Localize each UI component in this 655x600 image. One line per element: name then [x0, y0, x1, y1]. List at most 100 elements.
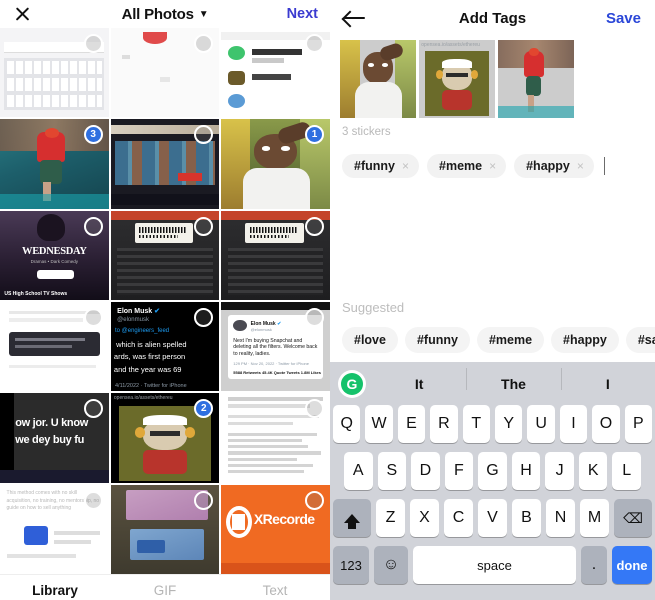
key-t[interactable]: T: [462, 405, 490, 443]
key-q[interactable]: Q: [332, 405, 361, 443]
photo-picker-screen: All Photos ▼ Next 3 1 WEDNESDAY Dramas • Dar…: [0, 0, 655, 600]
elon-musk-tweet-dark[interactable]: Elon Musk ✔ @elonmusk to @engineers_feed wh…: [110, 302, 220, 392]
tag-chip[interactable]: #happy ×: [514, 154, 594, 178]
text-cursor: [603, 157, 605, 175]
period-key[interactable]: .: [581, 546, 607, 584]
keyboard-row-2: ASDFGHJKL: [330, 452, 655, 490]
red-lips-screenshot[interactable]: [110, 28, 220, 118]
bored-ape-nft-screenshot[interactable]: opensea.io/assets/ethereu 2: [110, 393, 220, 483]
key-w[interactable]: W: [365, 405, 393, 443]
key-u[interactable]: U: [527, 405, 555, 443]
selection-badge[interactable]: [304, 490, 324, 510]
key-x[interactable]: X: [410, 499, 439, 537]
key-b[interactable]: B: [512, 499, 541, 537]
key-p[interactable]: P: [624, 405, 653, 443]
numbers-key[interactable]: 123: [333, 546, 369, 584]
key-h[interactable]: H: [511, 452, 541, 490]
emoji-icon[interactable]: ☺: [374, 546, 408, 584]
key-y[interactable]: Y: [495, 405, 523, 443]
page-title-label: All Photos: [121, 5, 194, 23]
key-o[interactable]: O: [592, 405, 620, 443]
wednesday-netflix-poster[interactable]: WEDNESDAY Dramas • Dark Comedy US High Sch…: [0, 210, 109, 300]
save-button[interactable]: Save: [606, 10, 641, 27]
tab-gif[interactable]: GIF: [110, 583, 220, 598]
selected-stickers-preview: opensea.io/assets/ethereu: [330, 36, 655, 118]
tab-library[interactable]: Library: [0, 583, 110, 598]
selection-badge-selected[interactable]: 3: [83, 125, 103, 145]
suggestion-word-2[interactable]: The: [466, 367, 560, 392]
page-title[interactable]: All Photos ▼: [0, 6, 330, 23]
key-f[interactable]: F: [444, 452, 474, 490]
shift-icon[interactable]: [333, 499, 371, 537]
suggestion-word-3[interactable]: I: [560, 367, 655, 392]
key-r[interactable]: R: [430, 405, 458, 443]
barcode-label-photo-2[interactable]: [221, 210, 330, 300]
white-document-screenshot[interactable]: [0, 302, 109, 392]
man-white-shirt-selfie[interactable]: 1: [221, 119, 330, 209]
tag-input-field[interactable]: #funny × #meme × #happy ×: [330, 138, 655, 178]
key-v[interactable]: V: [478, 499, 507, 537]
tag-chip[interactable]: #meme ×: [427, 154, 507, 178]
pidgin-text-meme-dark[interactable]: ow jor. U know we dey buy fu: [0, 393, 109, 483]
remove-tag-icon[interactable]: ×: [489, 159, 496, 173]
tag-chip-label: #meme: [439, 159, 483, 173]
selection-badge[interactable]: [83, 399, 103, 419]
selection-badge[interactable]: [304, 216, 324, 236]
key-z[interactable]: Z: [376, 499, 405, 537]
tv-shelf-store-photo[interactable]: [110, 119, 220, 209]
suggested-tag-chip[interactable]: #sad: [625, 327, 655, 353]
dancer-red-shirt-photo[interactable]: 3: [0, 119, 109, 209]
selection-badge[interactable]: [83, 490, 103, 510]
preview-selfie[interactable]: [340, 40, 416, 118]
next-button[interactable]: Next: [287, 6, 318, 22]
selection-badge[interactable]: [83, 308, 103, 327]
key-m[interactable]: M: [580, 499, 609, 537]
key-e[interactable]: E: [397, 405, 426, 443]
backspace-icon[interactable]: ⌫: [614, 499, 652, 537]
grammarly-icon[interactable]: G: [338, 369, 366, 398]
key-j[interactable]: J: [545, 452, 574, 490]
preview-ape[interactable]: opensea.io/assets/ethereu: [419, 40, 495, 118]
photo-grid: 3 1 WEDNESDAY Dramas • Dark Comedy US High S…: [0, 28, 330, 574]
onscreen-keyboard: G It The I QWERTYUIOP ASDFGHJKL ZXCVBNM …: [330, 362, 655, 600]
selection-badge[interactable]: [304, 308, 324, 327]
key-a[interactable]: A: [343, 452, 373, 490]
selection-badge[interactable]: [83, 34, 103, 53]
tab-text[interactable]: Text: [220, 583, 330, 598]
selection-badge[interactable]: [194, 216, 214, 236]
suggestion-word-1[interactable]: It: [372, 376, 466, 392]
key-c[interactable]: C: [444, 499, 473, 537]
elon-musk-tweet-light[interactable]: Elon Musk ✔ @elonmusk Next I'm buying Snap…: [221, 302, 330, 392]
key-i[interactable]: I: [559, 405, 588, 443]
keyboard-stickers-screenshot[interactable]: [0, 28, 109, 118]
tag-chip-label: #happy: [526, 159, 570, 173]
selection-badge[interactable]: [304, 34, 324, 53]
preview-dancer[interactable]: [498, 40, 574, 118]
barcode-label-photo-1[interactable]: [110, 210, 220, 300]
suggested-tag-chip[interactable]: #meme: [476, 327, 545, 353]
key-d[interactable]: D: [411, 452, 440, 490]
key-g[interactable]: G: [478, 452, 507, 490]
affiliate-text-screenshot[interactable]: This method comes with no skill acquisit…: [0, 484, 109, 574]
xrecorder-logo-screenshot[interactable]: XRecorde: [221, 484, 330, 574]
course-list-screenshot[interactable]: [221, 393, 330, 483]
key-k[interactable]: K: [578, 452, 608, 490]
chat-list-screenshot[interactable]: [221, 28, 330, 118]
space-key[interactable]: space: [413, 546, 576, 584]
stickers-count-label: 3 stickers: [342, 126, 391, 138]
key-n[interactable]: N: [546, 499, 575, 537]
key-l[interactable]: L: [612, 452, 642, 490]
done-key[interactable]: done: [612, 546, 652, 584]
remove-tag-icon[interactable]: ×: [577, 159, 584, 173]
selection-badge[interactable]: [194, 490, 214, 510]
remove-tag-icon[interactable]: ×: [402, 159, 409, 173]
suggested-tag-chip[interactable]: #happy: [551, 327, 619, 353]
key-s[interactable]: S: [377, 452, 407, 490]
selection-badge[interactable]: [83, 216, 103, 236]
suggested-label: Suggested: [342, 300, 405, 315]
suggested-tag-chip[interactable]: #funny: [404, 327, 470, 353]
tag-chip[interactable]: #funny ×: [342, 154, 419, 178]
naira-banknotes-photo[interactable]: [110, 484, 220, 574]
suggested-tag-chip[interactable]: #love: [342, 327, 398, 353]
suggested-tags-row: #love#funny#meme#happy#sad: [330, 315, 655, 353]
